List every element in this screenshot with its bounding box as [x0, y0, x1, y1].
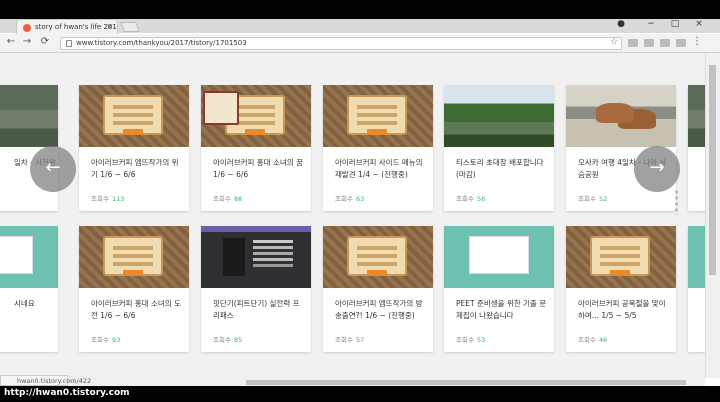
view-count: 조회수 53 — [456, 336, 486, 344]
carousel-prev-button[interactable]: ← — [30, 146, 76, 192]
post-thumbnail — [688, 226, 705, 288]
reload-button[interactable]: ⟳ — [38, 36, 52, 47]
extension-icon[interactable] — [676, 39, 686, 47]
window-frame — [0, 0, 720, 19]
url-text: www.tistory.com/thankyou/2017/tistory/17… — [76, 39, 247, 47]
post-card[interactable]: 아이러브커피 엠뜨작가의 위기 1/6 ~ 6/6 조회수 113 — [79, 85, 189, 211]
content-area: 일차 - 사천왕 아이러브커피 엠뜨작가의 위기 1/6 ~ 6/6 조회수11… — [0, 53, 705, 378]
minimize-button[interactable]: − — [644, 19, 658, 29]
post-title: 아이러브커피 엠뜨작가의 위기 1/6 ~ 6/6 — [91, 158, 179, 179]
post-title: 아이러브커피 사이드 메뉴의 재발견 1/4 ~ (진행중) — [335, 158, 423, 179]
view-count: 조회수 56 — [456, 195, 486, 203]
view-count: 조회수 88 — [213, 195, 243, 203]
post-card[interactable]: 아이러브커피 사이드 메뉴의 재발견 1/4 ~ (진행중) 조회수 63 — [323, 85, 433, 211]
post-card[interactable]: 티스토리 초대장 배포합니다(마감) 조회수 56 — [444, 85, 554, 211]
post-thumbnail — [444, 226, 554, 288]
post-card[interactable]: PEET 준비생을 위한 기출 문제집이 나왔습니다 조회수 53 — [444, 226, 554, 352]
watermark-text: http://hwan0.tistory.com — [0, 386, 720, 402]
back-button[interactable]: ← — [4, 36, 18, 47]
post-thumbnail — [444, 85, 554, 147]
view-count: 조회수 85 — [213, 336, 243, 344]
vertical-scroll-thumb[interactable] — [709, 65, 716, 275]
post-thumbnail — [323, 85, 433, 147]
post-thumbnail — [566, 226, 676, 288]
post-card[interactable]: 아이러브커피 홍대 소녀의 도전 1/6 ~ 6/6 조회수 93 — [79, 226, 189, 352]
view-count: 조회수 52 — [578, 195, 608, 203]
browser-tab[interactable]: story of hwan's life 201 × — [16, 19, 118, 35]
carousel-dots — [675, 189, 678, 215]
extension-icon[interactable] — [628, 39, 638, 47]
post-card[interactable]: 아이러브커피 엠뜨작가의 방송출연?! 1/6 ~ (진행중) 조회수 57 — [323, 226, 433, 352]
post-thumbnail — [0, 226, 58, 288]
new-tab-button[interactable] — [120, 22, 140, 32]
post-thumbnail — [201, 226, 311, 288]
post-thumbnail — [566, 85, 676, 147]
view-count: 조회수 113 — [91, 195, 125, 203]
tab-close-icon[interactable]: × — [106, 22, 113, 31]
post-card[interactable]: 시네요 — [0, 226, 58, 352]
post-thumbnail — [79, 85, 189, 147]
carousel-next-button[interactable]: → — [634, 146, 680, 192]
post-card[interactable]: 아이러브커피 홍대 소녀의 꿈 1/6 ~ 6/6 조회수 88 — [201, 85, 311, 211]
post-card[interactable] — [688, 226, 705, 352]
post-thumbnail — [0, 85, 58, 147]
status-bar-url: hwan0.tistory.com/422 — [0, 375, 91, 386]
extension-icon[interactable] — [660, 39, 670, 47]
post-thumbnail — [79, 226, 189, 288]
post-thumbnail — [688, 85, 705, 147]
forward-button[interactable]: → — [20, 36, 34, 47]
post-title: 아이러브커피 홍대 소녀의 도전 1/6 ~ 6/6 — [91, 299, 181, 320]
menu-icon[interactable]: ⋮ — [690, 36, 704, 47]
profile-icon[interactable]: ● — [614, 19, 628, 29]
view-count: 조회수 63 — [335, 195, 365, 203]
address-bar[interactable]: www.tistory.com/thankyou/2017/tistory/17… — [60, 37, 622, 50]
horizontal-scroll-thumb[interactable] — [246, 380, 686, 385]
post-title: 아이러브커피 홍대 소녀의 꿈 1/6 ~ 6/6 — [213, 158, 303, 179]
post-title: 티스토리 초대장 배포합니다(마감) — [456, 158, 544, 179]
post-card[interactable]: 아이러브커피 공복절을 맞이하여... 1/5 ~ 5/5 조회수 46 — [566, 226, 676, 352]
bookmark-star-icon[interactable]: ☆ — [610, 37, 618, 47]
post-card[interactable] — [688, 85, 705, 211]
post-title: PEET 준비생을 위한 기출 문제집이 나왔습니다 — [456, 299, 547, 320]
post-title: 아이러브커피 공복절을 맞이하여... 1/5 ~ 5/5 — [578, 299, 666, 320]
view-count: 조회수 93 — [91, 336, 121, 344]
post-thumbnail — [201, 85, 311, 147]
favicon-icon — [23, 24, 31, 32]
view-count: 조회수 46 — [578, 336, 608, 344]
post-card[interactable]: 핏단기(피트단기) 실전력 프리패스 조회수 85 — [201, 226, 311, 352]
close-window-button[interactable]: × — [692, 19, 706, 29]
post-title: 시네요 — [14, 299, 35, 308]
post-thumbnail — [323, 226, 433, 288]
maximize-button[interactable]: □ — [668, 19, 682, 29]
post-title: 아이러브커피 엠뜨작가의 방송출연?! 1/6 ~ (진행중) — [335, 299, 423, 320]
tab-title: story of hwan's life 201 — [35, 23, 117, 31]
extension-icon[interactable] — [644, 39, 654, 47]
view-count: 조회수 57 — [335, 336, 365, 344]
page-info-icon[interactable] — [66, 40, 72, 47]
post-title: 핏단기(피트단기) 실전력 프리패스 — [213, 299, 300, 320]
